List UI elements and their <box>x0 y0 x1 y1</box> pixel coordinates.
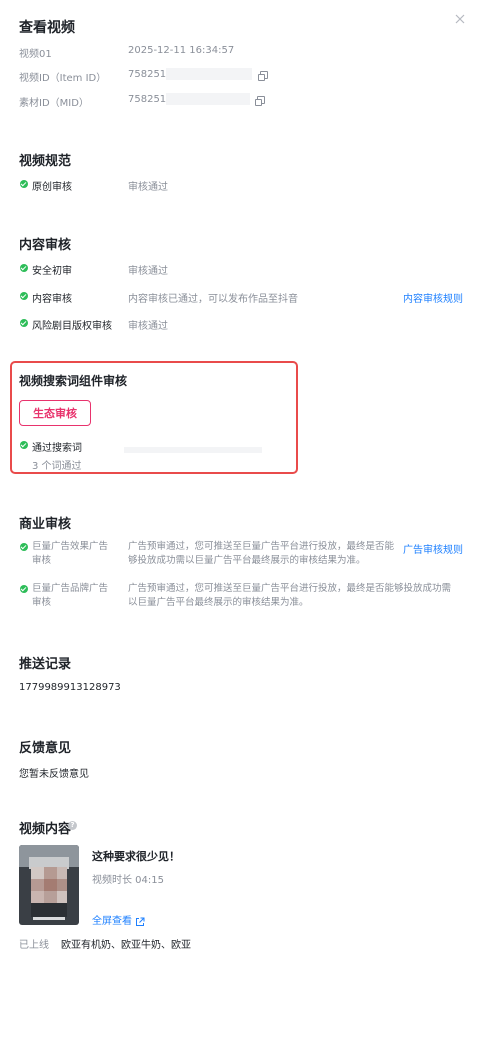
item-id-value: 758251 <box>128 69 167 80</box>
check-circle-icon <box>20 585 28 593</box>
online-status-label: 已上线 <box>19 940 49 951</box>
check-circle-icon <box>20 180 28 188</box>
row-status: 审核通过 <box>128 266 168 277</box>
redacted-mask <box>166 68 252 80</box>
check-circle-icon <box>20 441 28 449</box>
row-label: 巨量广告效果广告 <box>32 541 109 552</box>
row-label: 审核 <box>32 555 52 566</box>
section-title-content-review: 内容审核 <box>19 238 72 253</box>
check-circle-icon <box>20 543 28 551</box>
row-status: 广告预审通过，您可推送至巨量广告平台进行投放，最终是否能 <box>128 541 395 552</box>
close-icon[interactable] <box>453 11 467 25</box>
row-label: 安全初审 <box>32 266 72 277</box>
row-status: 审核通过 <box>128 321 168 332</box>
section-title-search-widget: 视频搜索词组件审核 <box>19 374 128 388</box>
video-duration: 视频时长 04:15 <box>92 875 164 886</box>
feedback-value: 您暂未反馈意见 <box>19 769 89 780</box>
item-id-label: 视频ID（Item ID） <box>19 73 107 84</box>
mid-label: 素材ID（MID） <box>19 98 89 109</box>
row-label: 巨量广告品牌广告 <box>32 583 109 594</box>
created-time: 2025-12-11 16:34:57 <box>128 45 235 56</box>
push-record-value: 1779989913128973 <box>19 682 121 693</box>
redacted-mask <box>124 447 262 453</box>
check-circle-icon <box>20 319 28 327</box>
ad-review-rules-link[interactable]: 广告审核规则 <box>403 541 463 556</box>
row-sub: 3 个词通过 <box>32 461 82 472</box>
row-label: 审核 <box>32 597 52 608</box>
row-label: 原创审核 <box>32 182 72 193</box>
eco-review-button[interactable]: 生态审核 <box>19 400 91 426</box>
video-tags: 欧亚有机奶、欧亚牛奶、欧亚 <box>61 940 191 951</box>
page-title: 查看视频 <box>19 20 75 36</box>
redacted-mask <box>166 93 250 105</box>
section-title-business: 商业审核 <box>19 517 72 532</box>
row-status: 广告预审通过，您可推送至巨量广告平台进行投放，最终是否能够投放成功需 <box>128 583 452 594</box>
section-title-feedback: 反馈意见 <box>19 741 72 756</box>
row-status: 审核通过 <box>128 182 168 193</box>
video-name: 这种要求很少见！ <box>92 850 180 863</box>
check-circle-icon <box>20 292 28 300</box>
section-title-push: 推送记录 <box>19 657 72 672</box>
mid-value: 758251 <box>128 94 167 105</box>
check-circle-icon <box>20 264 28 272</box>
row-label: 内容审核 <box>32 294 72 305</box>
video-name-label: 视频01 <box>19 49 52 60</box>
copy-icon[interactable] <box>258 71 268 81</box>
content-review-rules-link[interactable]: 内容审核规则 <box>403 290 463 305</box>
fullscreen-link[interactable]: 全屏查看 <box>92 912 132 927</box>
external-link-icon[interactable] <box>135 912 145 926</box>
row-status: 内容审核已通过，可以发布作品至抖音 <box>128 294 298 305</box>
row-label: 通过搜索词 <box>32 443 82 454</box>
question-circle-icon[interactable]: ? <box>68 821 77 830</box>
row-label: 风险剧目版权审核 <box>32 321 112 332</box>
row-status: 以巨量广告平台最终展示的审核结果为准。 <box>128 597 309 608</box>
video-thumbnail[interactable] <box>19 845 79 925</box>
row-status: 够投放成功需以巨量广告平台最终展示的审核结果为准。 <box>128 555 366 566</box>
copy-icon[interactable] <box>255 96 265 106</box>
section-title-spec: 视频规范 <box>19 154 72 169</box>
section-title-video: 视频内容 <box>19 822 72 837</box>
